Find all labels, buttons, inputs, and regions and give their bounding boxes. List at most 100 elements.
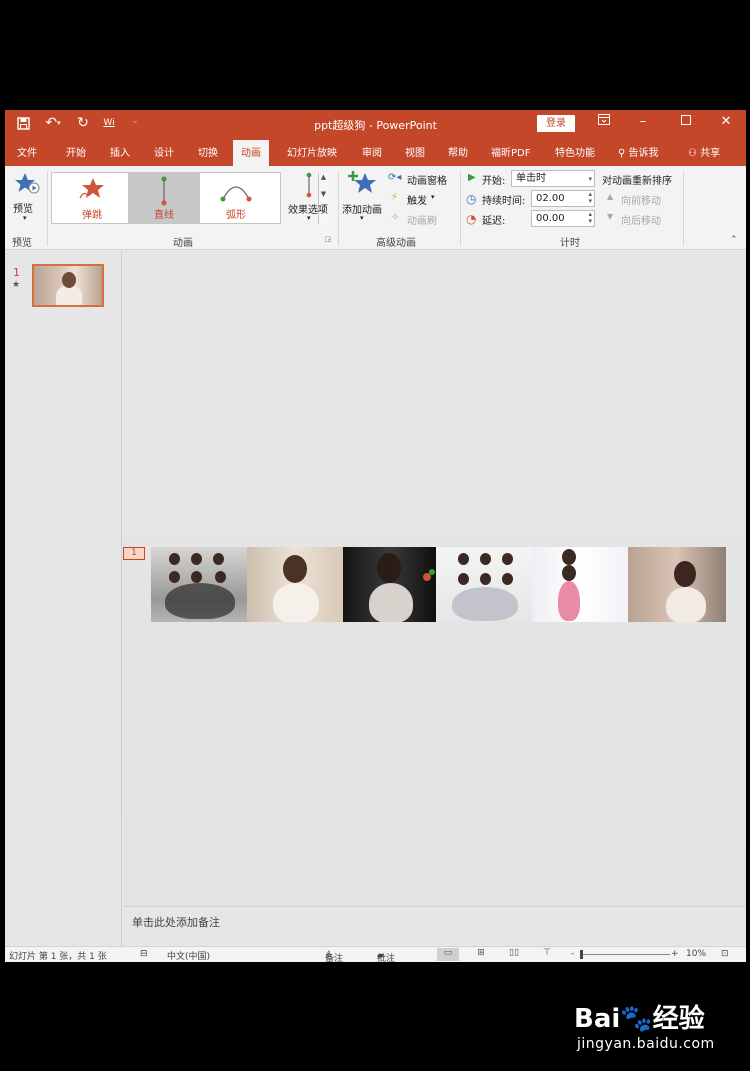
person-head xyxy=(458,573,469,585)
add-animation-button[interactable]: 添加动画 ▾ xyxy=(341,170,385,228)
zoom-level[interactable]: 10% xyxy=(686,949,706,959)
minimize-icon[interactable]: – xyxy=(633,114,653,129)
slide-thumbnail[interactable] xyxy=(32,264,104,307)
spinner-icon: ▴ ▾ xyxy=(588,190,592,205)
person-body xyxy=(666,587,706,622)
notes-pane[interactable]: 单击此处添加备注 xyxy=(123,906,746,946)
delay-label: 延迟: xyxy=(482,216,506,227)
share-label: 共享 xyxy=(700,148,721,159)
photo-strip[interactable] xyxy=(151,547,726,622)
group-divider xyxy=(683,172,684,246)
delay-stepper[interactable]: 00.00 ▴ ▾ xyxy=(531,210,595,227)
preview-dropdown-icon: ▾ xyxy=(23,214,27,222)
lightning-icon: ⚡ xyxy=(391,192,399,203)
trigger-dropdown-icon: ▾ xyxy=(431,193,435,201)
accessibility-icon[interactable]: ⊟ xyxy=(140,949,148,959)
animation-item-bounce[interactable]: 弹跳 xyxy=(56,173,128,223)
login-button[interactable]: 登录 xyxy=(537,115,575,132)
normal-view-icon[interactable]: ▭ xyxy=(437,948,459,961)
preview-button[interactable]: 预览 ▾ xyxy=(9,170,43,228)
tell-me-label: 告诉我 xyxy=(628,148,659,159)
maximize-icon[interactable] xyxy=(676,114,696,129)
tab-design[interactable]: 设计 xyxy=(154,144,174,159)
portrait-photo-6 xyxy=(628,547,726,622)
trigger-button[interactable]: ⚡ 触发 ▾ xyxy=(388,192,458,207)
person-body xyxy=(165,583,235,619)
zoom-slider-track[interactable] xyxy=(582,954,670,955)
person-head xyxy=(480,573,491,585)
arc-path-icon xyxy=(220,181,252,207)
chevron-down-icon: ▾ xyxy=(588,175,592,183)
search-icon: ⚲ xyxy=(618,148,626,159)
trigger-label: 触发 xyxy=(407,196,427,207)
group-divider xyxy=(460,172,461,246)
clock-icon: ◷ xyxy=(466,192,477,206)
slideshow-view-icon[interactable]: ⊤ xyxy=(536,948,558,961)
collapse-ribbon-icon[interactable]: ⌃ xyxy=(730,235,738,245)
person-head xyxy=(213,553,224,565)
animations-ribbon: 预览 ▾ 预览 弹跳 直线 弧形 ▲ ▼ ⩡ 效果选项 ▾ 动画 ◲ 添加动画 … xyxy=(5,166,746,250)
logo-text: Bai xyxy=(574,1004,621,1034)
person-head xyxy=(562,565,576,581)
tab-insert[interactable]: 插入 xyxy=(110,144,130,159)
fit-to-window-icon[interactable]: ⊡ xyxy=(721,949,729,959)
animation-item-line[interactable]: 直线 xyxy=(128,173,200,223)
tab-foxit-pdf[interactable]: 福昕PDF xyxy=(491,144,530,159)
start-value: 单击时 xyxy=(516,173,546,184)
tab-view[interactable]: 视图 xyxy=(405,144,425,159)
slide-canvas[interactable]: 1 xyxy=(123,251,746,906)
comments-toggle-label: 批注 xyxy=(377,954,396,964)
animation-item-arc[interactable]: 弧形 xyxy=(200,173,272,223)
thumbnail-head xyxy=(62,272,76,288)
person-head xyxy=(674,561,696,587)
duration-value: 02.00 xyxy=(536,193,565,204)
zoom-out-button[interactable]: - xyxy=(571,949,574,959)
tab-review[interactable]: 审阅 xyxy=(362,144,382,159)
zoom-slider-thumb[interactable] xyxy=(580,950,583,959)
tell-me-search[interactable]: ⚲ 告诉我 xyxy=(618,144,659,159)
move-later-button[interactable]: ▼ 向后移动 xyxy=(607,212,677,227)
share-button[interactable]: ⚇ 共享 xyxy=(688,144,720,159)
line-label: 直线 xyxy=(154,210,174,221)
animation-gallery: 弹跳 直线 弧形 ▲ ▼ ⩡ xyxy=(51,172,328,224)
slide-number: 1 xyxy=(13,266,20,279)
effect-options-dropdown-icon: ▾ xyxy=(307,214,311,222)
title-bar: ↶ ▾ ↻ Wi ⁼ ppt超级狗 - PowerPoint 登录 – ✕ xyxy=(5,110,746,138)
tab-slideshow[interactable]: 幻灯片放映 xyxy=(287,144,337,159)
language-indicator[interactable]: 中文(中国) xyxy=(167,949,210,962)
person-head xyxy=(562,549,576,565)
slide-sorter-icon[interactable]: ⊞ xyxy=(470,948,492,961)
ribbon-display-icon[interactable] xyxy=(594,114,614,129)
notes-toggle-label: 备注 xyxy=(325,954,344,964)
spinner-icon: ▴ ▾ xyxy=(588,210,592,225)
reading-view-icon[interactable]: ▯▯ xyxy=(503,948,525,961)
move-earlier-label: 向前移动 xyxy=(621,196,661,207)
start-dropdown[interactable]: 单击时 ▾ xyxy=(511,170,595,187)
paw-icon: 🐾 xyxy=(620,1004,653,1034)
timing-group-label: 计时 xyxy=(560,238,580,249)
tab-transitions[interactable]: 切换 xyxy=(198,144,218,159)
duration-stepper[interactable]: 02.00 ▴ ▾ xyxy=(531,190,595,207)
watermark-url: jingyan.baidu.com xyxy=(577,1036,715,1052)
tab-file[interactable]: 文件 xyxy=(17,144,37,159)
tab-home[interactable]: 开始 xyxy=(66,144,86,159)
tab-help[interactable]: 帮助 xyxy=(448,144,468,159)
logo-tail-text: 经验 xyxy=(652,1004,705,1034)
effect-options-button[interactable]: 效果选项 ▾ xyxy=(286,170,334,228)
group-divider xyxy=(338,172,339,246)
person-head xyxy=(169,553,180,565)
animation-order-badge[interactable]: 1 xyxy=(123,547,145,560)
animation-painter-button[interactable]: ✧ 动画刷 xyxy=(388,212,458,227)
thumbnail-figure xyxy=(56,286,82,305)
tab-animations[interactable]: 动画 xyxy=(233,140,269,166)
zoom-in-button[interactable]: + xyxy=(671,949,679,959)
animation-pane-button[interactable]: ⟳◂ 动画窗格 xyxy=(388,172,458,187)
slide-thumbnail-pane: 1 ★ xyxy=(5,251,122,946)
tab-special-features[interactable]: 特色功能 xyxy=(555,144,595,159)
animation-dialog-launcher-icon[interactable]: ◲ xyxy=(325,235,332,243)
person-body xyxy=(273,583,319,622)
close-icon[interactable]: ✕ xyxy=(716,114,736,129)
person-head xyxy=(191,571,202,583)
group-photo-1 xyxy=(151,547,247,622)
move-earlier-button[interactable]: ▲ 向前移动 xyxy=(607,192,677,207)
